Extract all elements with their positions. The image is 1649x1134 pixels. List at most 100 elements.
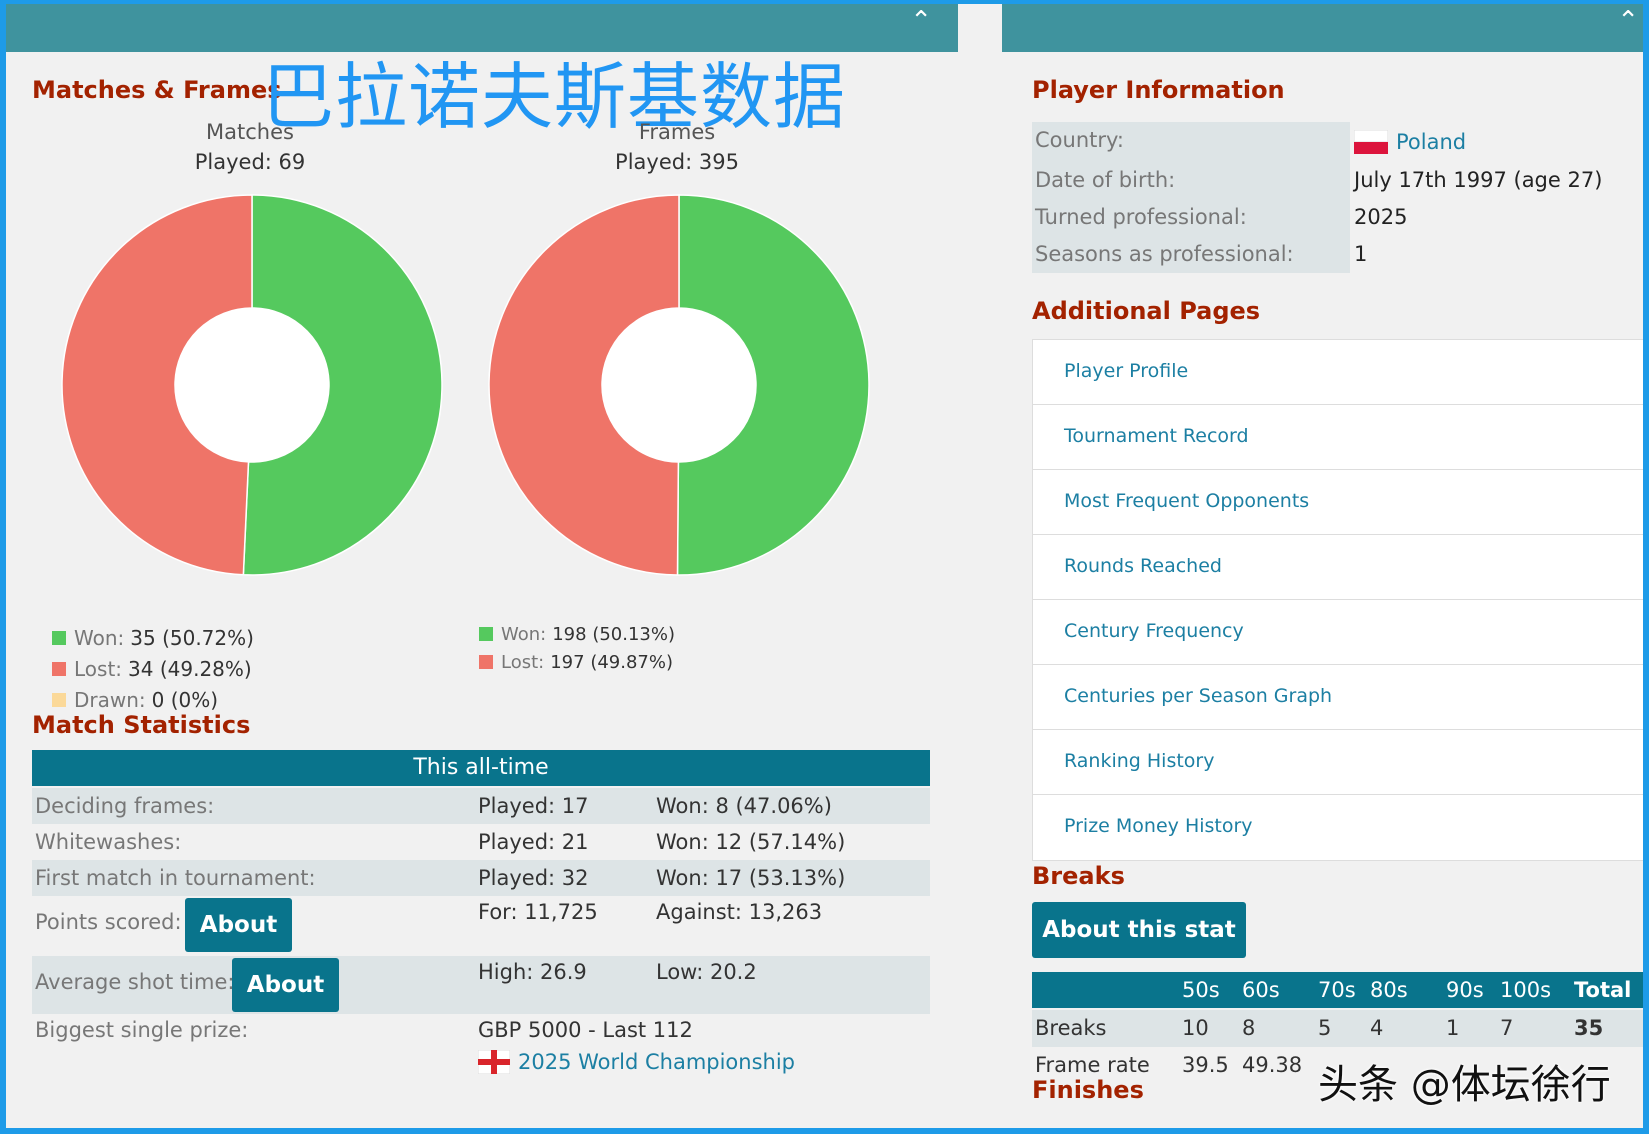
row-high: High: 26.9: [478, 960, 587, 984]
matches-chart-heading: Matches Played: 69: [100, 120, 400, 174]
watermark-credit: 头条 @体坛徐行: [1318, 1062, 1611, 1108]
info-key: Date of birth:: [1032, 162, 1350, 199]
legend-label: Lost:: [501, 651, 545, 673]
breaks-title: Breaks: [1032, 862, 1125, 890]
legend-value: 35 (50.72%): [130, 625, 254, 650]
col-header: 60s: [1242, 978, 1280, 1002]
won-swatch-icon: [52, 630, 66, 645]
row-played: Played: 17: [478, 794, 589, 818]
lost-swatch-icon: [52, 661, 66, 676]
panel-gutter: [958, 4, 1002, 1128]
col-header: 100s: [1500, 978, 1552, 1002]
row-label: First match in tournament:: [35, 866, 316, 890]
tournament-link-text[interactable]: 2025 World Championship: [518, 1050, 795, 1074]
page-link-ranking-history[interactable]: Ranking History: [1033, 730, 1643, 795]
left-panel-header[interactable]: ⌃: [6, 4, 958, 52]
donut-hole: [602, 308, 756, 462]
row-won: Won: 17 (53.13%): [656, 866, 846, 890]
row-label: Whitewashes:: [35, 830, 182, 854]
cell-value: 7: [1500, 1016, 1514, 1040]
match-statistics-table: This all-time Deciding frames: Played: 1…: [32, 750, 930, 1084]
page-link-century-frequency[interactable]: Century Frequency: [1033, 600, 1643, 665]
col-header: 50s: [1182, 978, 1220, 1002]
donut-hole: [175, 308, 329, 462]
row-prize: GBP 5000 - Last 112: [478, 1018, 693, 1042]
points-about-button[interactable]: About: [185, 898, 292, 952]
row-low: Low: 20.2: [656, 960, 757, 984]
finishes-title: Finishes: [1032, 1076, 1144, 1104]
row-label: Points scored:: [35, 910, 182, 934]
page-link-player-profile[interactable]: Player Profile: [1033, 340, 1643, 405]
row-won: Won: 8 (47.06%): [656, 794, 832, 818]
col-header: 90s: [1446, 978, 1484, 1002]
breaks-table-header: 50s 60s 70s 80s 90s 100s Total: [1032, 972, 1643, 1008]
prize-tournament-link[interactable]: 2025 World Championship: [478, 1050, 795, 1074]
legend-item-lost: Lost: 197 (49.87%): [479, 648, 675, 676]
frames-chart-title: Frames: [638, 120, 716, 144]
country-name[interactable]: Poland: [1396, 124, 1466, 161]
cell-value: 1: [1446, 1016, 1460, 1040]
info-value: July 17th 1997 (age 27): [1354, 168, 1603, 192]
page-link-tournament-record[interactable]: Tournament Record: [1033, 405, 1643, 470]
table-row: Average shot time: About High: 26.9 Low:…: [32, 956, 930, 1014]
row-won: Won: 12 (57.14%): [656, 830, 846, 854]
cell-value: 10: [1182, 1016, 1209, 1040]
additional-pages-title: Additional Pages: [1032, 297, 1261, 325]
col-header: 70s: [1318, 978, 1356, 1002]
table-row: Points scored: About For: 11,725 Against…: [32, 896, 930, 956]
legend-item-won: Won: 35 (50.72%): [52, 622, 254, 653]
drawn-swatch-icon: [52, 692, 66, 707]
matches-donut-chart: [61, 194, 443, 576]
legend-value: 34 (49.28%): [128, 656, 252, 681]
shot-time-about-button[interactable]: About: [232, 958, 339, 1012]
frames-chart-heading: Frames Played: 395: [527, 120, 827, 174]
page-link-rounds-reached[interactable]: Rounds Reached: [1033, 535, 1643, 600]
page-link-prize-money-history[interactable]: Prize Money History: [1033, 795, 1643, 860]
about-this-stat-button[interactable]: About this stat: [1032, 902, 1246, 958]
row-label: Biggest single prize:: [35, 1018, 249, 1042]
right-panel-header[interactable]: ⌃: [1002, 4, 1643, 52]
row-for: For: 11,725: [478, 900, 598, 924]
info-value: 1: [1354, 242, 1368, 266]
cell-value: 5: [1318, 1016, 1332, 1040]
info-key: Country:: [1032, 122, 1350, 162]
table-row: First match in tournament: Played: 32 Wo…: [32, 860, 930, 896]
table-row: Whitewashes: Played: 21 Won: 12 (57.14%): [32, 824, 930, 860]
cell-total: 35: [1574, 1016, 1604, 1040]
lost-swatch-icon: [479, 655, 493, 669]
row-played: Played: 32: [478, 866, 589, 890]
legend-label: Lost:: [74, 656, 123, 681]
row-label: Average shot time:: [35, 970, 235, 994]
england-flag-icon: [478, 1050, 510, 1074]
legend-value: 0 (0%): [151, 687, 219, 712]
matches-played: Played: 69: [194, 150, 306, 174]
page: ⌃ Matches & Frames 巴拉诺夫斯基数据 Matches Play…: [6, 4, 1643, 1128]
cell-value: 4: [1370, 1016, 1384, 1040]
matches-chart-title: Matches: [206, 120, 294, 144]
legend-item-won: Won: 198 (50.13%): [479, 620, 675, 648]
col-header: 80s: [1370, 978, 1408, 1002]
row-against: Against: 13,263: [656, 900, 823, 924]
legend-label: Drawn:: [74, 687, 146, 712]
player-info-panel: ⌃ Player Information Country: Poland Dat…: [1002, 4, 1643, 1128]
col-header: Total: [1574, 978, 1632, 1002]
matches-frames-panel: ⌃ Matches & Frames 巴拉诺夫斯基数据 Matches Play…: [6, 4, 958, 1128]
legend-label: Won:: [74, 625, 125, 650]
country-link[interactable]: Poland: [1354, 122, 1466, 162]
matches-legend: Won: 35 (50.72%) Lost: 34 (49.28%) Drawn…: [52, 622, 254, 715]
stats-table-header: This all-time: [32, 750, 930, 786]
page-link-frequent-opponents[interactable]: Most Frequent Opponents: [1033, 470, 1643, 535]
page-link-centuries-graph[interactable]: Centuries per Season Graph: [1033, 665, 1643, 730]
legend-value: 198 (50.13%): [552, 623, 675, 645]
collapse-chevron-icon[interactable]: ⌃: [1617, 6, 1639, 36]
collapse-chevron-icon[interactable]: ⌃: [910, 6, 932, 36]
cell-value: 49.38: [1242, 1053, 1303, 1077]
additional-pages-list: Player Profile Tournament Record Most Fr…: [1032, 339, 1643, 861]
match-statistics-title: Match Statistics: [32, 711, 251, 739]
legend-value: 197 (49.87%): [550, 651, 673, 673]
info-key: Seasons as professional:: [1032, 236, 1350, 273]
cell-value: 39.5: [1182, 1053, 1229, 1077]
row-label: Deciding frames:: [35, 794, 215, 818]
matches-frames-title: Matches & Frames: [32, 76, 282, 104]
info-key: Turned professional:: [1032, 199, 1350, 236]
